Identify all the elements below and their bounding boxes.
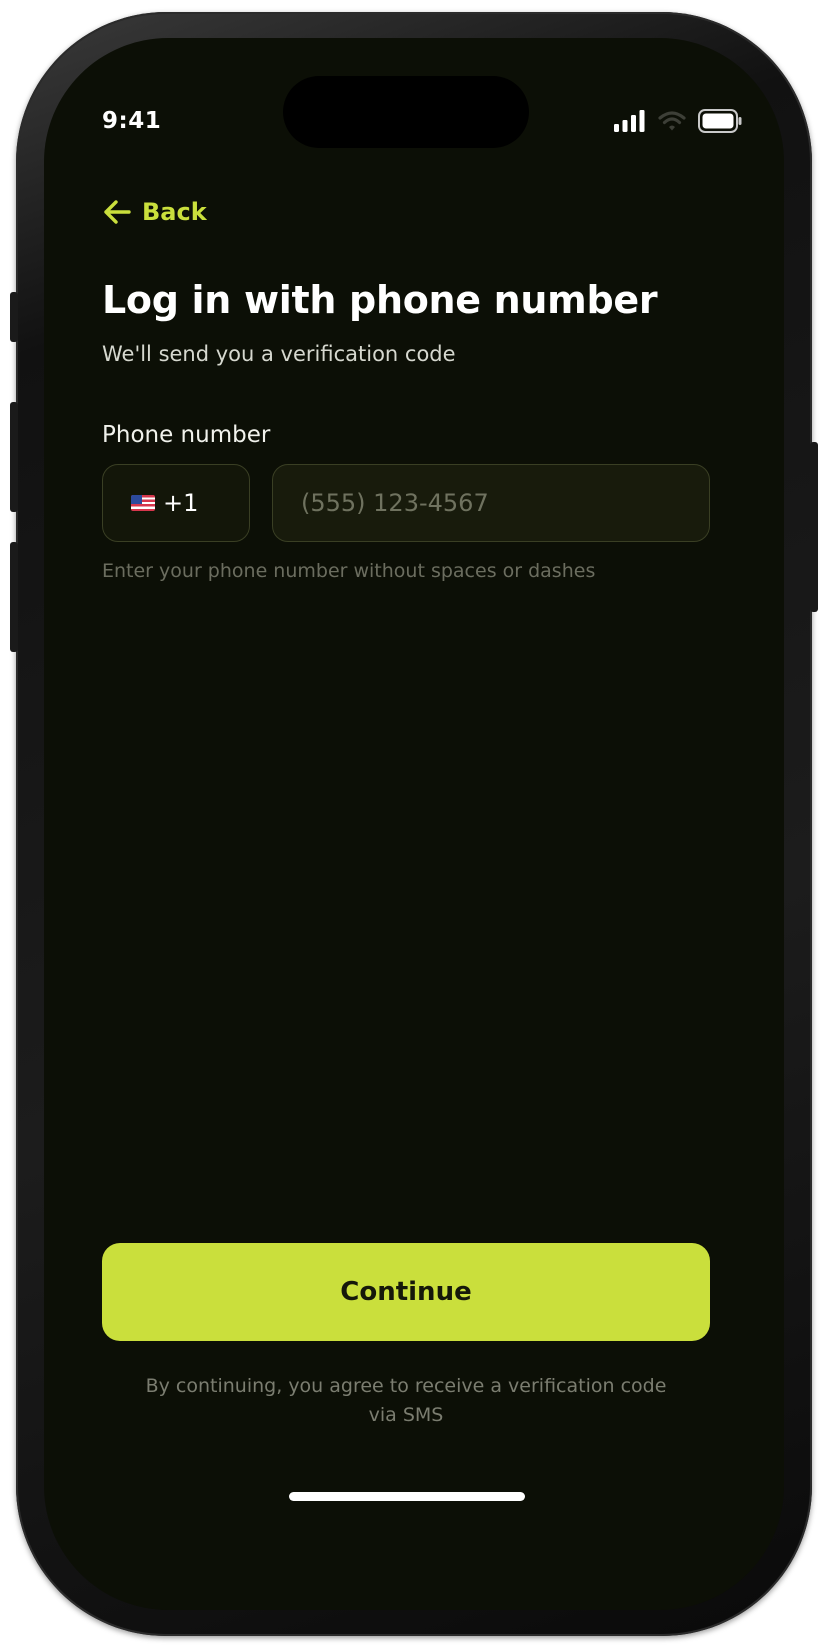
power-button: [810, 442, 818, 612]
volume-down-button: [10, 542, 18, 652]
country-code-selector[interactable]: +1: [102, 464, 250, 542]
cellular-signal-icon: [614, 110, 645, 132]
phone-frame: 9:41 Back Log in with phone number We'll…: [10, 12, 818, 1636]
back-button[interactable]: Back: [102, 198, 207, 226]
back-label: Back: [142, 198, 207, 226]
status-time: 9:41: [102, 108, 162, 134]
legal-notice: By continuing, you agree to receive a ve…: [102, 1372, 710, 1430]
battery-icon: [698, 109, 742, 133]
app-screen: 9:41 Back Log in with phone number We'll…: [44, 38, 784, 1610]
dynamic-island: [283, 76, 529, 148]
wifi-icon: [658, 111, 686, 131]
page-subtitle: We'll send you a verification code: [102, 342, 456, 366]
legal-line-1: By continuing, you agree to receive a ve…: [145, 1375, 667, 1397]
phone-number-label: Phone number: [102, 422, 271, 448]
country-code-value: +1: [163, 489, 199, 517]
phone-hint: Enter your phone number without spaces o…: [102, 560, 596, 582]
mute-switch: [10, 292, 18, 342]
legal-line-2: via SMS: [368, 1404, 444, 1426]
status-icons: [614, 108, 742, 134]
phone-number-input[interactable]: [272, 464, 710, 542]
page-title: Log in with phone number: [102, 278, 658, 322]
us-flag-icon: [131, 495, 155, 511]
continue-button[interactable]: Continue: [102, 1243, 710, 1341]
arrow-left-icon: [104, 200, 131, 224]
volume-up-button: [10, 402, 18, 512]
home-indicator[interactable]: [289, 1492, 525, 1501]
